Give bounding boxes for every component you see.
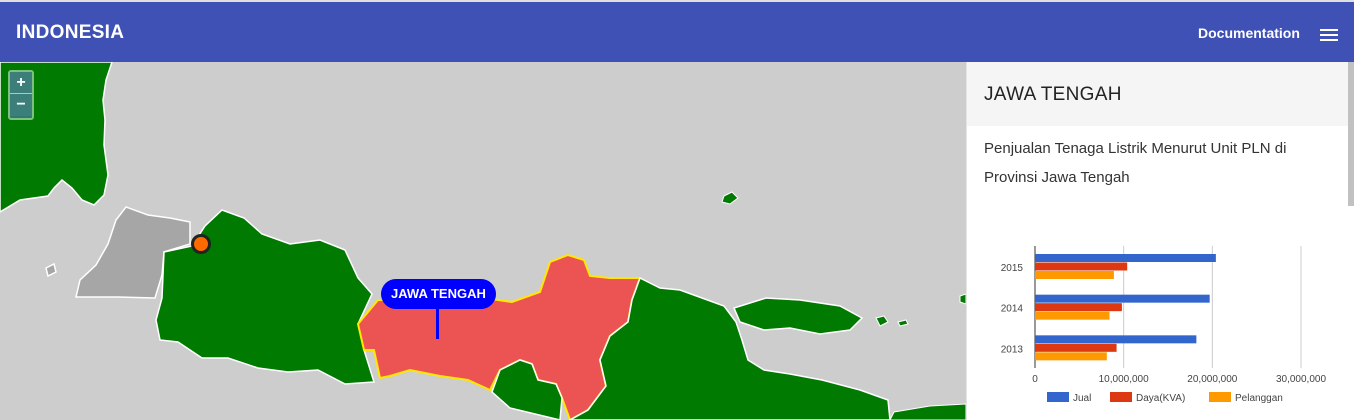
hamburger-icon[interactable] bbox=[1318, 24, 1342, 44]
documentation-link[interactable]: Documentation bbox=[1198, 25, 1300, 41]
bar-dayakva-2015 bbox=[1035, 262, 1128, 271]
x-tick-label: 30,000,000 bbox=[1276, 374, 1326, 385]
bar-jual-2015 bbox=[1035, 254, 1216, 262]
legend-label: Daya(KVA) bbox=[1136, 393, 1185, 404]
x-tick-label: 20,000,000 bbox=[1187, 374, 1237, 385]
legend-label: Pelanggan bbox=[1235, 393, 1283, 404]
bar-dayakva-2014 bbox=[1035, 303, 1122, 312]
zoom-in-button[interactable]: + bbox=[10, 72, 32, 94]
region-label-pin[interactable]: JAWA TENGAH bbox=[381, 279, 496, 309]
info-panel: JAWA TENGAH Penjualan Tenaga Listrik Men… bbox=[966, 62, 1354, 420]
pin-stem bbox=[436, 308, 439, 339]
legend-swatch bbox=[1209, 392, 1231, 402]
legend-swatch bbox=[1110, 392, 1132, 402]
bar-dayakva-2013 bbox=[1035, 343, 1117, 352]
x-tick-label: 0 bbox=[1032, 374, 1038, 385]
sales-chart: 0 10,000,000 20,000,000 30,000,000 2015 2014 2… bbox=[1001, 246, 1326, 404]
panel-description: Penjualan Tenaga Listrik Menurut Unit PL… bbox=[984, 140, 1287, 186]
zoom-control: + − bbox=[8, 70, 34, 120]
bar-jual-2013 bbox=[1035, 335, 1197, 344]
bar-pelanggan-2015 bbox=[1035, 271, 1114, 279]
panel-scrollbar[interactable] bbox=[1348, 62, 1354, 206]
bar-pelanggan-2013 bbox=[1035, 352, 1107, 361]
x-tick-label: 10,000,000 bbox=[1099, 374, 1149, 385]
bar-jual-2014 bbox=[1035, 294, 1210, 303]
app-header: INDONESIA Documentation bbox=[0, 0, 1354, 62]
madura-region[interactable] bbox=[732, 297, 864, 335]
app-title[interactable]: INDONESIA bbox=[16, 22, 124, 44]
y-tick-label: 2014 bbox=[1001, 304, 1024, 315]
map-view[interactable]: + − JAWA TENGAH bbox=[0, 62, 966, 420]
zoom-out-button[interactable]: − bbox=[10, 94, 32, 116]
legend-swatch bbox=[1047, 392, 1069, 402]
map-canvas[interactable] bbox=[0, 62, 966, 420]
y-tick-label: 2013 bbox=[1001, 344, 1024, 355]
bar-pelanggan-2014 bbox=[1035, 311, 1110, 320]
location-marker-icon[interactable] bbox=[191, 234, 211, 254]
y-tick-label: 2015 bbox=[1001, 263, 1024, 274]
panel-title: JAWA TENGAH bbox=[967, 62, 1354, 126]
legend-label: Jual bbox=[1073, 393, 1091, 404]
